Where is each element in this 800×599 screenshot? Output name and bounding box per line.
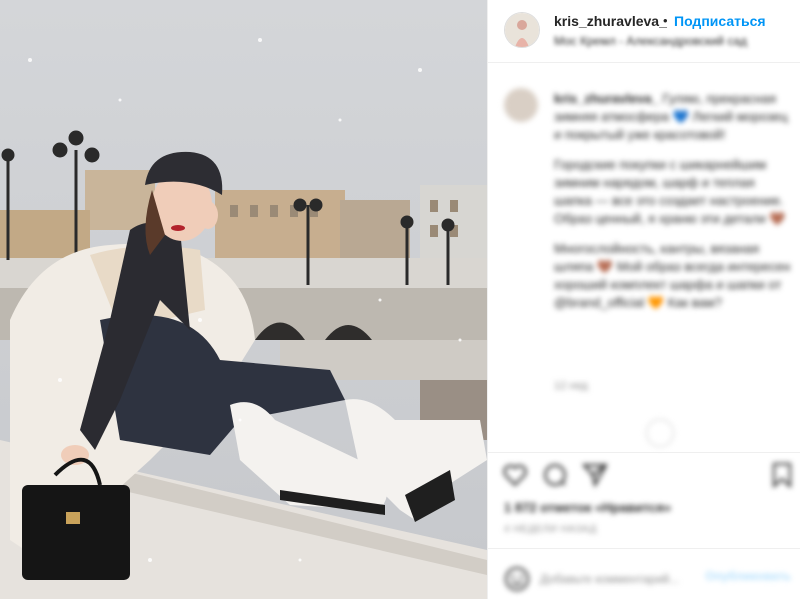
post-side-panel: kris_zhuravleva_ • Подписаться Мос Кремл… (487, 0, 800, 599)
post-photo[interactable] (0, 0, 487, 599)
load-more-comments-icon[interactable] (646, 419, 674, 447)
separator-dot: • (663, 13, 668, 28)
post-date: 4 НЕДЕЛИ НАЗАД (504, 524, 597, 535)
likes-count[interactable]: 1 872 отметок «Нравится» (504, 500, 671, 515)
caption-text-2: Городские покупки с шикарнейшим зимним н… (554, 157, 786, 226)
author-username[interactable]: kris_zhuravleva_ (554, 13, 667, 29)
emoji-icon[interactable] (504, 566, 530, 592)
heart-icon[interactable] (502, 462, 528, 488)
caption-text-3: Многослойность, кантры, вязаная шляпа 🤎 … (554, 241, 791, 310)
publish-button[interactable]: Опубликовать (705, 569, 791, 583)
caption-time: 12 нед (554, 380, 588, 392)
author-avatar[interactable] (504, 12, 540, 48)
comment-input[interactable]: Добавьте комментарий... (540, 572, 679, 586)
caption-username[interactable]: kris_zhuravleva_ (554, 91, 659, 106)
post-header: kris_zhuravleva_ • Подписаться Мос Кремл… (488, 0, 800, 63)
follow-button[interactable]: Подписаться (674, 13, 766, 29)
divider (488, 452, 800, 453)
caption-avatar[interactable] (504, 88, 538, 122)
add-comment-box[interactable]: Добавьте комментарий... (504, 566, 679, 592)
photo-illustration (0, 0, 487, 599)
share-icon[interactable] (582, 462, 608, 488)
divider (488, 548, 800, 549)
comment-icon[interactable] (542, 462, 568, 488)
post-location[interactable]: Мос Кремл - Александровский сад (554, 34, 747, 48)
bookmark-icon[interactable] (771, 462, 793, 488)
avatar-image (505, 13, 539, 47)
action-bar (502, 462, 608, 488)
post-caption: kris_zhuravleva_ Гуляю, прекрасная зимня… (554, 90, 794, 324)
